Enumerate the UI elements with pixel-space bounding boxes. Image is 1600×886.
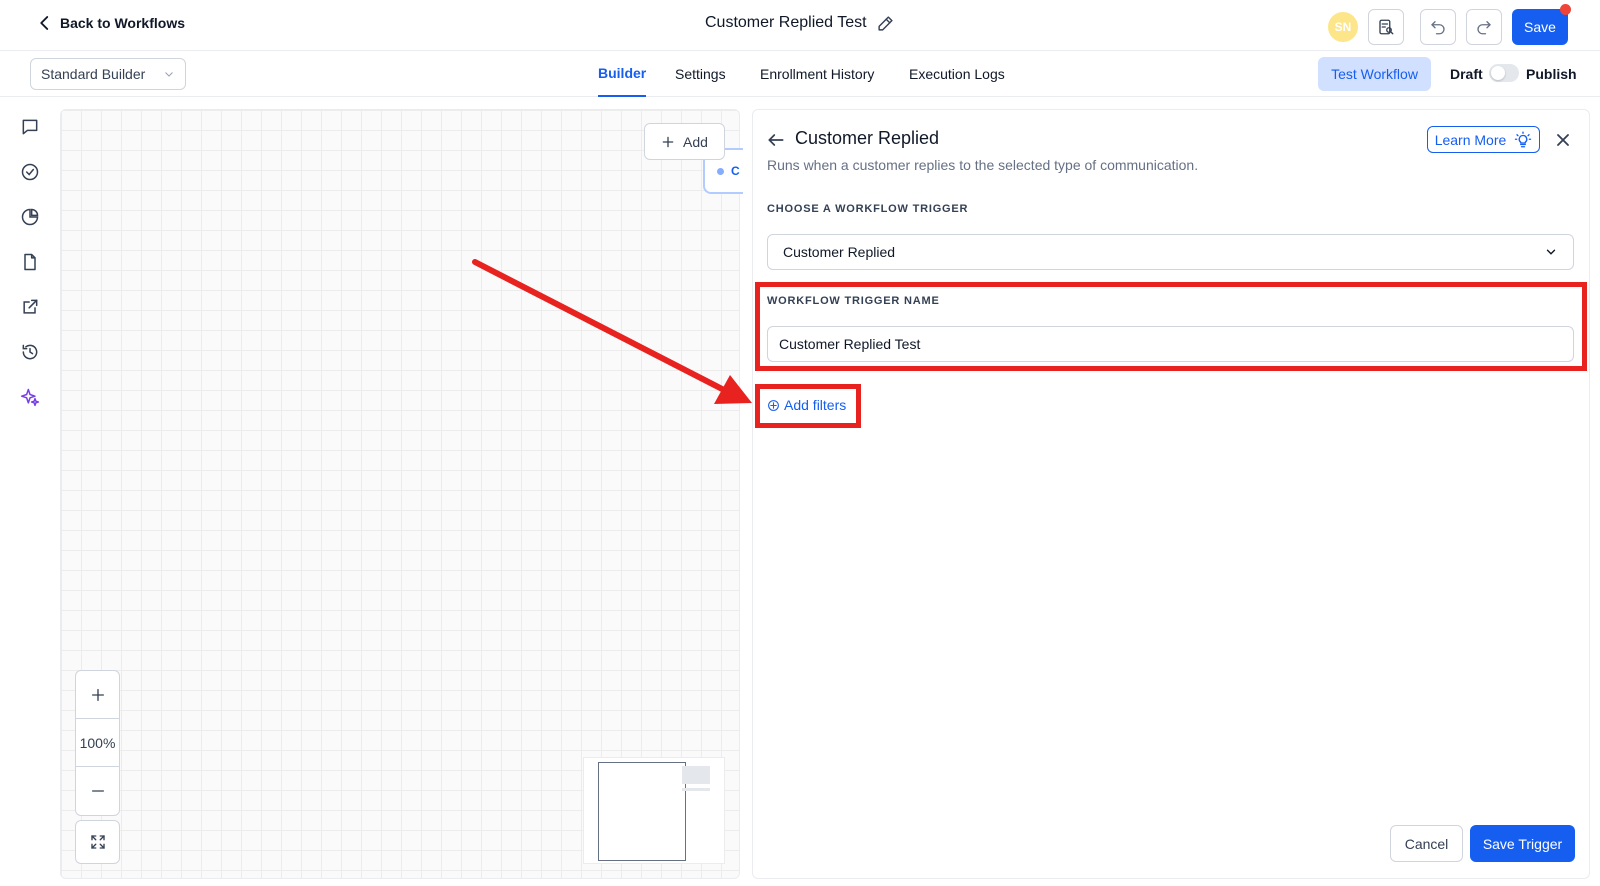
trigger-select-value: Customer Replied	[783, 244, 896, 260]
tab-builder[interactable]: Builder	[598, 51, 647, 97]
sparkle-icon[interactable]	[18, 385, 42, 409]
minimap[interactable]	[583, 757, 725, 864]
redo-button[interactable]	[1466, 9, 1502, 45]
notification-dot	[1560, 4, 1571, 15]
builder-select-value: Standard Builder	[41, 66, 146, 82]
plus-icon	[662, 136, 674, 147]
add-node-label: Add	[683, 133, 708, 150]
add-filters-button[interactable]: Add filters	[767, 397, 846, 413]
back-label: Back to Workflows	[60, 15, 185, 31]
builder-type-select[interactable]: Standard Builder	[30, 58, 186, 90]
save-trigger-button[interactable]: Save Trigger	[1470, 825, 1575, 862]
cancel-button[interactable]: Cancel	[1390, 825, 1463, 862]
panel-description: Runs when a customer replies to the sele…	[767, 157, 1199, 173]
trigger-panel	[752, 109, 1590, 879]
learn-more-label: Learn More	[1434, 131, 1507, 148]
zoom-in-button[interactable]	[76, 671, 119, 719]
workflow-title-group: Customer Replied Test	[705, 14, 894, 32]
expand-icon	[90, 835, 105, 849]
test-workflow-button[interactable]: Test Workflow	[1318, 57, 1431, 91]
tab-enrollment-history[interactable]: Enrollment History	[760, 51, 874, 97]
plus-circle-icon	[768, 399, 779, 411]
add-filters-label: Add filters	[784, 397, 847, 413]
fit-view-button[interactable]	[75, 820, 120, 864]
panel-title: Customer Replied	[795, 128, 940, 148]
notes-button[interactable]	[1368, 9, 1404, 45]
chevron-down-icon	[1546, 249, 1556, 255]
trigger-name-label: WORKFLOW TRIGGER NAME	[767, 295, 940, 307]
pencil-icon[interactable]	[877, 15, 894, 32]
save-button[interactable]: Save	[1512, 9, 1568, 45]
zoom-controls: 100%	[75, 670, 120, 816]
plus-icon	[91, 688, 104, 701]
undo-icon	[1431, 21, 1445, 35]
avatar[interactable]: SN	[1328, 12, 1358, 42]
trigger-select[interactable]: Customer Replied	[767, 234, 1574, 270]
minus-icon	[91, 790, 104, 792]
tab-settings[interactable]: Settings	[675, 51, 726, 97]
zoom-out-button[interactable]	[76, 767, 119, 815]
minimap-node-edge	[682, 788, 710, 791]
clipboard-search-icon	[1379, 19, 1394, 35]
pie-chart-icon[interactable]	[18, 205, 42, 229]
check-circle-icon[interactable]	[18, 160, 42, 184]
history-icon[interactable]	[18, 340, 42, 364]
minimap-node	[682, 766, 710, 784]
trigger-select-label: CHOOSE A WORKFLOW TRIGGER	[767, 203, 969, 215]
publish-label: Publish	[1526, 66, 1577, 82]
minimap-viewport	[598, 762, 686, 861]
file-icon[interactable]	[18, 250, 42, 274]
draft-label: Draft	[1450, 66, 1483, 82]
back-to-workflows-link[interactable]: Back to Workflows	[36, 14, 185, 32]
chevron-left-icon	[40, 16, 49, 30]
message-icon[interactable]	[18, 115, 42, 139]
close-icon[interactable]	[1553, 130, 1573, 150]
undo-button[interactable]	[1420, 9, 1456, 45]
external-link-icon[interactable]	[18, 295, 42, 319]
zoom-level: 100%	[76, 719, 119, 767]
redo-icon	[1477, 21, 1491, 35]
node-label: C	[731, 164, 740, 178]
publish-toggle[interactable]	[1489, 64, 1519, 82]
lightbulb-icon	[1515, 130, 1532, 147]
chevron-down-icon	[165, 72, 173, 77]
arrow-left-icon[interactable]	[766, 130, 786, 150]
top-bar: Back to Workflows Customer Replied Test …	[0, 0, 1600, 51]
node-status-dot	[717, 168, 724, 175]
tab-execution-logs[interactable]: Execution Logs	[909, 51, 1005, 97]
add-node-button[interactable]: Add	[644, 123, 725, 160]
learn-more-button[interactable]: Learn More	[1427, 126, 1540, 153]
workflow-title: Customer Replied Test	[705, 14, 867, 31]
trigger-name-input[interactable]	[767, 326, 1574, 362]
